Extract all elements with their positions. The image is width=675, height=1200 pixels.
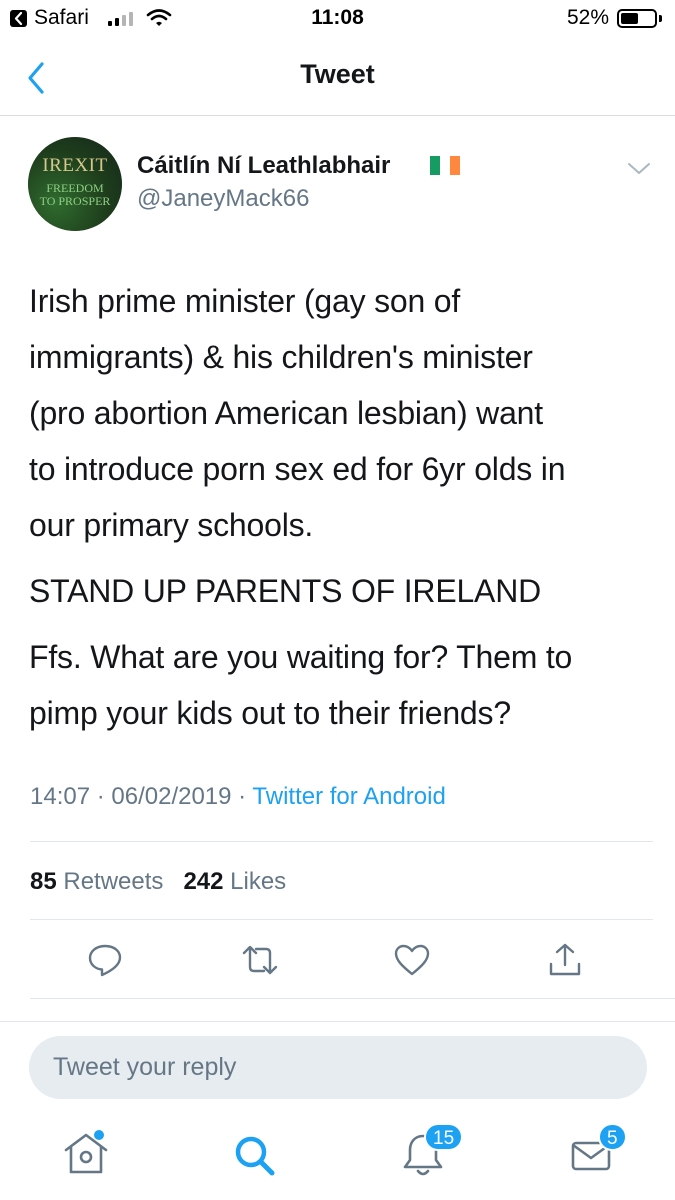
- search-icon[interactable]: [224, 1125, 284, 1185]
- share-icon[interactable]: [545, 940, 585, 980]
- divider: [30, 841, 653, 842]
- display-name[interactable]: Cáitlín Ní Leathlabhair: [137, 152, 390, 180]
- status-bar: Safari 11:08 52%: [0, 0, 675, 38]
- tweet-paragraph: Irish prime minister (gay son of immigra…: [29, 283, 566, 543]
- battery-nub: [659, 15, 662, 22]
- tweet-stats: 85 Retweets 242 Likes: [30, 868, 286, 896]
- user-handle[interactable]: @JaneyMack66: [137, 185, 309, 213]
- reply-bar-border: [0, 1021, 675, 1022]
- reply-placeholder: Tweet your reply: [53, 1053, 237, 1081]
- retweet-count: 85: [30, 868, 57, 895]
- retweet-icon[interactable]: [240, 940, 280, 980]
- like-count: 242: [183, 868, 224, 895]
- avatar-text-2: FREEDOM: [46, 181, 104, 195]
- divider: [30, 919, 653, 920]
- retweet-label: Retweets: [56, 868, 164, 895]
- ireland-flag-icon: [430, 156, 460, 175]
- avatar-text-1: IREXIT: [42, 155, 108, 176]
- likes-stat[interactable]: 242 Likes: [183, 868, 286, 895]
- home-unread-dot: [94, 1130, 104, 1140]
- messages-badge: 5: [598, 1123, 627, 1151]
- battery-icon: [617, 9, 657, 28]
- home-icon[interactable]: [56, 1125, 116, 1185]
- reply-input[interactable]: Tweet your reply: [29, 1036, 647, 1099]
- avatar-text-3: TO PROSPER: [39, 194, 111, 208]
- tweet-source-link[interactable]: Twitter for Android: [252, 783, 445, 810]
- tweet-timestamp: 14:07 · 06/02/2019 ·: [30, 783, 253, 810]
- tweet-meta: 14:07 · 06/02/2019 · Twitter for Android: [30, 783, 446, 811]
- retweets-stat[interactable]: 85 Retweets: [30, 868, 163, 895]
- nav-bar: Tweet: [0, 38, 675, 116]
- divider: [30, 998, 675, 999]
- tweet-text: Irish prime minister (gay son of immigra…: [29, 273, 659, 751]
- avatar[interactable]: IREXIT FREEDOM TO PROSPER: [28, 137, 122, 231]
- tweet-actions: [0, 940, 675, 980]
- chevron-down-icon[interactable]: [627, 162, 651, 176]
- like-label: Likes: [223, 868, 287, 895]
- page-title: Tweet: [300, 59, 375, 89]
- like-icon[interactable]: [392, 940, 432, 980]
- tweet-paragraph: Ffs. What are you waiting for? Them to p…: [29, 639, 573, 731]
- tweet-paragraph: STAND UP PARENTS OF IRELAND: [29, 573, 542, 609]
- reply-icon[interactable]: [85, 940, 125, 980]
- battery-percent: 52%: [567, 6, 610, 29]
- notifications-badge: 15: [424, 1123, 464, 1151]
